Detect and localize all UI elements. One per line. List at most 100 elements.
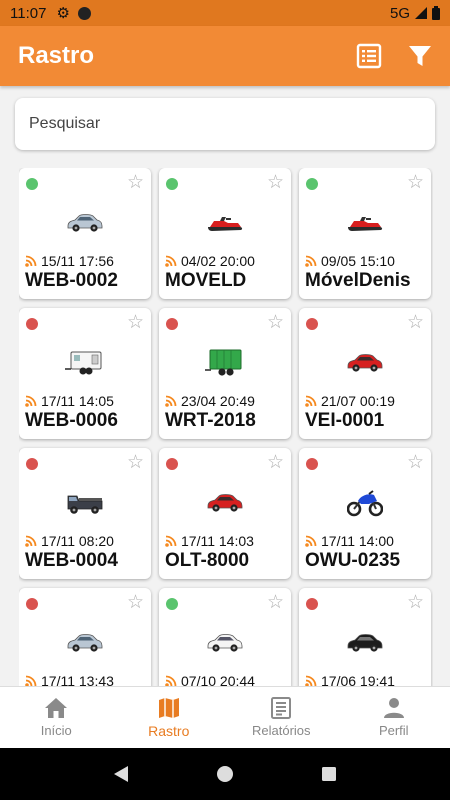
rss-signal-icon [165, 675, 177, 686]
status-dot-online [166, 178, 178, 190]
vehicle-plate: OLT-8000 [165, 550, 250, 571]
signal-icon [415, 7, 427, 19]
search-box [15, 98, 435, 150]
last-update-datetime: 21/07 00:19 [321, 393, 395, 409]
list-view-icon[interactable] [356, 43, 382, 69]
vehicle-plate: OWU-0235 [305, 550, 401, 571]
rss-signal-icon [305, 535, 317, 547]
vehicle-card[interactable]: ☆ 17/06 19:41 [299, 588, 431, 686]
vehicle-card[interactable]: ☆ 17/11 14:00 OWU-0235 [299, 448, 431, 579]
last-update-datetime: 17/11 14:00 [321, 533, 394, 549]
vehicle-card[interactable]: ☆ 07/10 20:44 [159, 588, 291, 686]
vehicle-grid: ☆ 15/11 17:56 WEB-0002 ☆ 04/02 20:00 MOVELD ☆ 0… [19, 168, 433, 686]
last-update: 15/11 17:56 [25, 253, 114, 269]
car-black-icon [345, 628, 385, 658]
page-title: Rastro [18, 42, 95, 69]
back-icon[interactable] [113, 765, 129, 783]
favorite-star-icon[interactable]: ☆ [127, 173, 144, 192]
last-update: 17/11 14:03 [165, 533, 254, 549]
last-update: 17/11 08:20 [25, 533, 114, 549]
nav-item-perfil[interactable]: Perfil [338, 687, 450, 748]
last-update-datetime: 17/11 14:03 [181, 533, 254, 549]
status-dot-online [26, 178, 38, 190]
favorite-star-icon[interactable]: ☆ [267, 593, 284, 612]
last-update: 17/11 13:43 [25, 673, 114, 686]
last-update-datetime: 04/02 20:00 [181, 253, 255, 269]
vehicle-card[interactable]: ☆ 17/11 14:03 OLT-8000 [159, 448, 291, 579]
vehicle-card[interactable]: ☆ 04/02 20:00 MOVELD [159, 168, 291, 299]
nav-item-rastro[interactable]: Rastro [113, 687, 226, 748]
last-update-datetime: 17/11 08:20 [41, 533, 114, 549]
last-update: 09/05 15:10 [305, 253, 395, 269]
system-navigation-bar [0, 748, 450, 800]
system-status-bar: 11:07 ⚙ 5G [0, 0, 450, 26]
favorite-star-icon[interactable]: ☆ [407, 453, 424, 472]
person-icon [383, 698, 404, 718]
last-update: 17/06 19:41 [305, 673, 395, 686]
vehicle-card[interactable]: ☆ 17/11 14:05 WEB-0006 [19, 308, 151, 439]
report-icon [271, 697, 292, 719]
vehicle-plate: WEB-0002 [25, 270, 118, 291]
favorite-star-icon[interactable]: ☆ [127, 453, 144, 472]
search-input[interactable] [29, 115, 421, 133]
vehicle-card[interactable]: ☆ 15/11 17:56 WEB-0002 [19, 168, 151, 299]
rss-signal-icon [25, 255, 37, 267]
vehicle-card[interactable]: ☆ 21/07 00:19 VEI-0001 [299, 308, 431, 439]
vehicle-card[interactable]: ☆ 17/11 13:43 [19, 588, 151, 686]
favorite-star-icon[interactable]: ☆ [267, 173, 284, 192]
rss-signal-icon [165, 255, 177, 267]
status-dot-offline [306, 318, 318, 330]
recents-icon[interactable] [321, 766, 337, 782]
filter-icon[interactable] [408, 44, 432, 68]
favorite-star-icon[interactable]: ☆ [407, 173, 424, 192]
favorite-star-icon[interactable]: ☆ [407, 313, 424, 332]
last-update: 07/10 20:44 [165, 673, 255, 686]
last-update: 17/11 14:00 [305, 533, 394, 549]
home-button-icon[interactable] [216, 765, 234, 783]
vehicle-card[interactable]: ☆ 23/04 20:49 WRT-2018 [159, 308, 291, 439]
rss-signal-icon [25, 535, 37, 547]
last-update-datetime: 17/11 13:43 [41, 673, 114, 686]
status-dot-offline [166, 458, 178, 470]
favorite-star-icon[interactable]: ☆ [267, 313, 284, 332]
vehicle-plate: WEB-0004 [25, 550, 118, 571]
favorite-star-icon[interactable]: ☆ [407, 593, 424, 612]
car-red-icon [205, 488, 245, 518]
truck-dark-icon [65, 488, 105, 518]
vehicle-card[interactable]: ☆ 17/11 08:20 WEB-0004 [19, 448, 151, 579]
favorite-star-icon[interactable]: ☆ [127, 593, 144, 612]
vehicle-plate: WEB-0006 [25, 410, 118, 431]
vehicle-card[interactable]: ☆ 09/05 15:10 MóvelDenis [299, 168, 431, 299]
nav-item-label: Relatórios [251, 723, 311, 738]
favorite-star-icon[interactable]: ☆ [127, 313, 144, 332]
trailer-green-icon [205, 348, 245, 378]
nav-item-inicio[interactable]: Início [0, 687, 113, 748]
last-update: 21/07 00:19 [305, 393, 395, 409]
vehicle-plate: MóvelDenis [305, 270, 411, 291]
status-dot-offline [26, 318, 38, 330]
map-icon [158, 697, 179, 718]
nav-item-label: Início [40, 723, 72, 738]
settings-gear-icon: ⚙ [56, 5, 70, 22]
status-dot-offline [26, 458, 38, 470]
car-red-icon [345, 348, 385, 378]
status-dot-online [306, 178, 318, 190]
motorcycle-blue-icon [345, 488, 385, 518]
favorite-star-icon[interactable]: ☆ [267, 453, 284, 472]
status-dot-offline [306, 598, 318, 610]
nav-item-label: Perfil [378, 723, 409, 738]
bottom-navigation: Início Rastro Relatórios Perfil [0, 686, 450, 748]
last-update-datetime: 17/11 14:05 [41, 393, 114, 409]
nav-item-label: Rastro [148, 722, 190, 739]
last-update-datetime: 23/04 20:49 [181, 393, 255, 409]
car-silver-icon [65, 628, 105, 658]
app-bar: Rastro [0, 26, 450, 86]
vehicle-plate: MOVELD [165, 270, 247, 291]
rss-signal-icon [305, 675, 317, 686]
notification-dot-icon [77, 6, 91, 20]
vehicle-plate: WRT-2018 [165, 410, 256, 431]
vehicle-plate: VEI-0001 [305, 410, 385, 431]
status-dot-offline [166, 318, 178, 330]
nav-item-relatorios[interactable]: Relatórios [225, 687, 338, 748]
last-update: 23/04 20:49 [165, 393, 255, 409]
